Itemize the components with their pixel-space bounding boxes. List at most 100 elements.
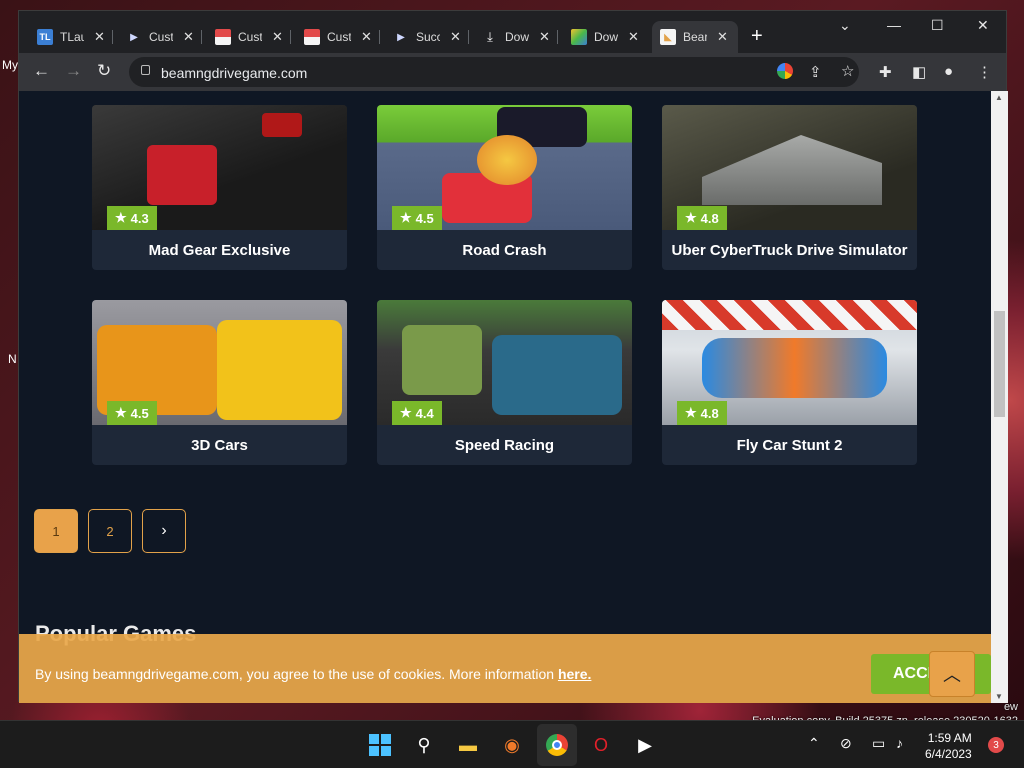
lock-icon	[141, 65, 150, 75]
game-thumbnail: ★ 4.3	[92, 105, 347, 230]
close-tab-icon[interactable]: ✕	[628, 29, 639, 45]
close-window-button[interactable]: ✕	[977, 17, 989, 34]
desktop-label: N	[8, 352, 17, 366]
reload-button[interactable]: ↻	[97, 61, 111, 81]
bookmark-star-icon[interactable]: ☆	[841, 62, 854, 80]
game-title[interactable]: Uber CyberTruck Drive Simulator	[662, 230, 917, 270]
network-icon[interactable]: ⊘	[840, 735, 852, 752]
page-content: ★ 4.3 Mad Gear Exclusive ★ 4.5 Road Crash …	[19, 91, 991, 703]
store-icon	[215, 29, 231, 45]
close-tab-icon[interactable]: ✕	[272, 29, 283, 45]
tab-beamng-active[interactable]: ◣ Bear ✕	[652, 21, 738, 53]
file-explorer-icon[interactable]: ▬	[456, 733, 480, 757]
play-icon: ▶	[130, 31, 138, 43]
beamng-favicon-icon: ◣	[660, 29, 676, 45]
download-icon: ⤓	[487, 29, 493, 44]
cookie-info-link[interactable]: here.	[558, 666, 591, 682]
pagination-next-button[interactable]: ›	[142, 509, 186, 553]
rating-badge: ★ 4.5	[392, 206, 442, 230]
star-icon: ★	[115, 405, 127, 420]
game-card[interactable]: ★ 4.5 Road Crash	[377, 105, 632, 270]
scrollbar-thumb[interactable]	[994, 311, 1005, 417]
tab-success[interactable]: ▶ Succ ✕	[385, 21, 469, 53]
close-tab-icon[interactable]: ✕	[361, 29, 372, 45]
game-thumbnail: ★ 4.4	[377, 300, 632, 425]
game-thumbnail: ★ 4.5	[377, 105, 632, 230]
minimize-button[interactable]: —	[887, 17, 901, 33]
scroll-up-arrow-icon: ▲	[995, 93, 1003, 102]
cookie-banner: By using beamngdrivegame.com, you agree …	[19, 634, 991, 703]
maximize-button[interactable]: ☐	[931, 17, 944, 34]
taskbar: ⚲ ▬ ◉ O ▶ ⌃ ⊘ ▭ ♪ 1:59 AM 6/4/2023 3	[0, 720, 1024, 768]
tab-download-1[interactable]: ⤓ Dow ✕	[474, 21, 558, 53]
game-card[interactable]: ★ 4.8 Uber CyberTruck Drive Simulator	[662, 105, 917, 270]
tab-custom-2[interactable]: Cust ✕	[207, 21, 291, 53]
game-title[interactable]: Road Crash	[377, 230, 632, 270]
close-tab-icon[interactable]: ✕	[94, 29, 105, 45]
game-card[interactable]: ★ 4.4 Speed Racing	[377, 300, 632, 465]
display-icon[interactable]: ▭	[872, 735, 885, 752]
chevron-up-icon: ︿	[943, 665, 961, 685]
firefox-icon[interactable]: ◉	[500, 733, 524, 757]
chevron-up-icon[interactable]: ⌃	[808, 735, 820, 752]
menu-icon[interactable]: ⋮	[977, 63, 992, 81]
star-icon: ★	[115, 210, 127, 225]
game-card[interactable]: ★ 4.8 Fly Car Stunt 2	[662, 300, 917, 465]
pagination-page-2[interactable]: 2	[88, 509, 132, 553]
close-tab-icon[interactable]: ✕	[539, 29, 550, 45]
game-title[interactable]: Mad Gear Exclusive	[92, 230, 347, 270]
tl-favicon-icon: TL	[37, 29, 53, 45]
rating-badge: ★ 4.8	[677, 401, 727, 425]
game-card[interactable]: ★ 4.5 3D Cars	[92, 300, 347, 465]
rating-badge: ★ 4.4	[392, 401, 442, 425]
game-thumbnail: ★ 4.8	[662, 105, 917, 230]
forward-button[interactable]: →	[65, 61, 82, 81]
close-tab-icon[interactable]: ✕	[450, 29, 461, 45]
browser-window: TL TLau ✕ ▶ Cust ✕ Cust ✕ Cust ✕ ▶ Succ …	[18, 10, 1008, 703]
system-clock[interactable]: 1:59 AM 6/4/2023	[925, 730, 972, 762]
windows-start-icon[interactable]	[368, 733, 392, 757]
chrome-icon[interactable]	[545, 733, 569, 757]
back-button[interactable]: ←	[33, 61, 50, 81]
extensions-icon[interactable]: ✚	[879, 63, 892, 81]
notification-badge[interactable]: 3	[988, 737, 1004, 753]
scroll-to-top-button[interactable]: ︿	[929, 651, 975, 697]
cookie-message: By using beamngdrivegame.com, you agree …	[35, 666, 592, 682]
game-card[interactable]: ★ 4.3 Mad Gear Exclusive	[92, 105, 347, 270]
star-icon: ★	[400, 210, 412, 225]
close-tab-icon[interactable]: ✕	[183, 29, 194, 45]
close-tab-icon[interactable]: ✕	[717, 29, 728, 45]
star-icon: ★	[400, 405, 412, 420]
rating-badge: ★ 4.3	[107, 206, 157, 230]
game-title[interactable]: Speed Racing	[377, 425, 632, 465]
powershell-icon[interactable]: ▶	[633, 733, 657, 757]
tab-custom-3[interactable]: Cust ✕	[296, 21, 380, 53]
opera-icon[interactable]: O	[589, 733, 613, 757]
volume-icon[interactable]: ♪	[896, 735, 903, 751]
side-panel-icon[interactable]: ◧	[912, 63, 926, 81]
scroll-down-arrow-icon: ▼	[995, 692, 1003, 701]
pagination-page-1[interactable]: 1	[34, 509, 78, 553]
new-tab-button[interactable]: +	[751, 25, 763, 48]
browser-toolbar: ← → ↻ beamngdrivegame.com ⇪ ☆ ✚ ◧ ● ⋮	[19, 53, 1006, 91]
tab-tlauncher[interactable]: TL TLau ✕	[29, 21, 113, 53]
tab-search-icon[interactable]: ⌄	[839, 17, 851, 34]
game-thumbnail: ★ 4.8	[662, 300, 917, 425]
rating-badge: ★ 4.8	[677, 206, 727, 230]
star-icon: ★	[685, 210, 697, 225]
game-title[interactable]: 3D Cars	[92, 425, 347, 465]
desktop-label: My	[2, 58, 18, 72]
page-scrollbar[interactable]: ▲ ▼	[991, 91, 1008, 703]
address-bar[interactable]: beamngdrivegame.com ⇪ ☆	[129, 57, 859, 87]
google-lens-icon[interactable]	[777, 63, 793, 79]
play-icon: ▶	[397, 31, 405, 43]
tab-custom-1[interactable]: ▶ Cust ✕	[118, 21, 202, 53]
game-title[interactable]: Fly Car Stunt 2	[662, 425, 917, 465]
share-icon[interactable]: ⇪	[809, 63, 822, 81]
search-icon[interactable]: ⚲	[412, 733, 436, 757]
profile-icon[interactable]: ●	[944, 63, 953, 80]
store-icon	[304, 29, 320, 45]
rating-badge: ★ 4.5	[107, 401, 157, 425]
game-thumbnail: ★ 4.5	[92, 300, 347, 425]
tab-download-2[interactable]: Dow ✕	[563, 21, 647, 53]
